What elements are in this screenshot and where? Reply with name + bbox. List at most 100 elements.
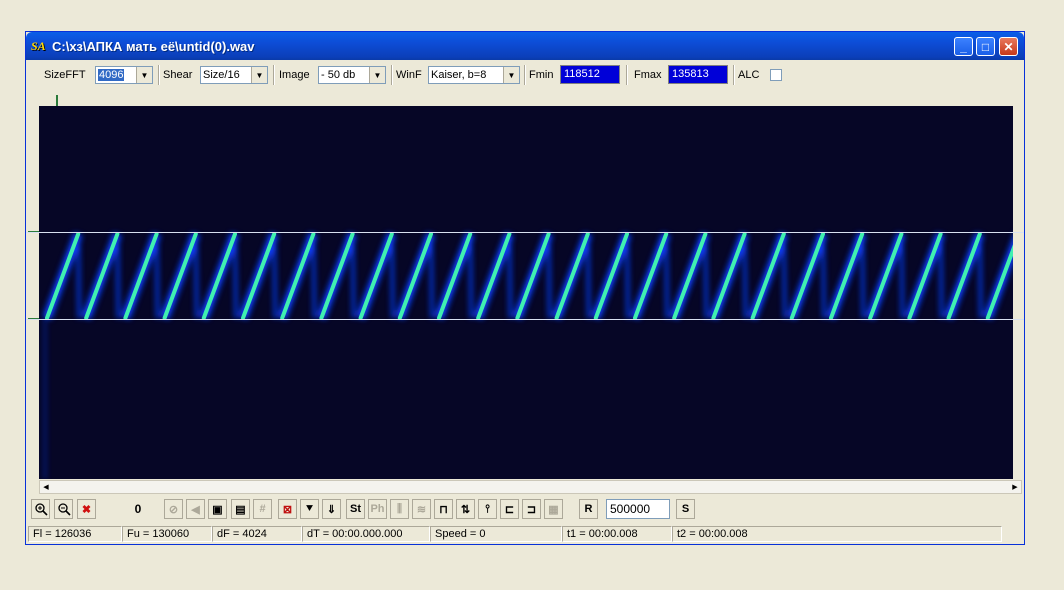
fmin-field[interactable]: 118512 bbox=[560, 65, 620, 84]
rate-input[interactable]: 500000 bbox=[606, 499, 670, 519]
max-down-button[interactable]: ⇓ bbox=[322, 499, 341, 519]
upper-frequency-line-overlay bbox=[26, 232, 1024, 233]
down-arrow-button[interactable]: ⯆ bbox=[300, 499, 319, 519]
fmax-field[interactable]: 135813 bbox=[668, 65, 728, 84]
fmin-label: Fmin bbox=[529, 69, 554, 81]
chart-button[interactable]: ⊠ bbox=[278, 499, 297, 519]
sweep-trace bbox=[946, 232, 982, 320]
sweep-retrace bbox=[586, 233, 591, 319]
minimize-button[interactable]: _ bbox=[954, 37, 973, 56]
sweep-trace bbox=[554, 232, 590, 320]
sweep-retrace bbox=[625, 233, 630, 319]
alc-checkbox[interactable] bbox=[770, 69, 782, 81]
sweep-trace bbox=[593, 232, 629, 320]
pulse-button[interactable]: ⊓ bbox=[434, 499, 453, 519]
app-window: SA C:\хз\АПКА мать её\untid(0).wav _ □ ✕… bbox=[25, 31, 1025, 545]
winf-select[interactable]: Kaiser, b=8 ▼ bbox=[428, 66, 520, 84]
status-df: dF = 4024 bbox=[212, 526, 302, 542]
spectrogram-view[interactable] bbox=[39, 106, 1013, 479]
gate-button[interactable]: ⊐ bbox=[522, 499, 541, 519]
maximize-button[interactable]: □ bbox=[976, 37, 995, 56]
chevron-down-icon[interactable]: ▼ bbox=[251, 67, 267, 83]
scroll-left-icon[interactable]: ◀ bbox=[40, 481, 52, 493]
spectrogram-canvas[interactable] bbox=[39, 106, 1013, 479]
scroll-right-icon[interactable]: ▶ bbox=[1009, 481, 1021, 493]
sweep-trace bbox=[437, 232, 473, 320]
sizefft-select[interactable]: 4096 ▼ bbox=[95, 66, 153, 84]
sweep-trace bbox=[319, 232, 355, 320]
speaker-icon: ◀ bbox=[191, 503, 200, 516]
swap-arrows-icon: ⇅ bbox=[460, 503, 471, 516]
status-t1: t1 = 00:00.008 bbox=[562, 526, 672, 542]
toolbar-divider bbox=[524, 65, 526, 85]
title-bar[interactable]: SA C:\хз\АПКА мать её\untid(0).wav _ □ ✕ bbox=[26, 32, 1024, 60]
comb-button[interactable]: ⫼ bbox=[390, 499, 409, 519]
grid-icon: # bbox=[259, 503, 266, 515]
lower-frequency-line-overlay bbox=[26, 319, 1024, 320]
graph-icon: ▤ bbox=[235, 503, 246, 516]
shear-value: Size/16 bbox=[203, 69, 240, 81]
step-icon: ⊏ bbox=[504, 503, 515, 516]
winf-label: WinF bbox=[396, 69, 422, 81]
r-label: R bbox=[584, 503, 593, 515]
print-icon: ▦ bbox=[548, 503, 559, 516]
sweep-retrace bbox=[782, 233, 787, 319]
image-select[interactable]: - 50 db ▼ bbox=[318, 66, 386, 84]
print-button[interactable]: ▦ bbox=[544, 499, 563, 519]
horizontal-scrollbar[interactable]: ◀ ▶ bbox=[39, 480, 1022, 494]
grid-button[interactable]: # bbox=[253, 499, 272, 519]
chevron-down-icon[interactable]: ▼ bbox=[369, 67, 385, 83]
r-button[interactable]: R bbox=[579, 499, 598, 519]
graph-button[interactable]: ▤ bbox=[231, 499, 250, 519]
delete-x-icon: ✖ bbox=[81, 503, 92, 516]
step-button[interactable]: ⊏ bbox=[500, 499, 519, 519]
sweep-trace bbox=[123, 232, 159, 320]
st-button[interactable]: St bbox=[346, 499, 365, 519]
chevron-down-icon[interactable]: ▼ bbox=[136, 67, 152, 83]
sweep-trace bbox=[515, 232, 551, 320]
sweep-trace bbox=[711, 232, 747, 320]
toolbar-divider bbox=[273, 65, 275, 85]
stop-button[interactable]: ⊘ bbox=[164, 499, 183, 519]
shear-select[interactable]: Size/16 ▼ bbox=[200, 66, 268, 84]
sweep-retrace bbox=[429, 233, 434, 319]
zoom-out-button[interactable] bbox=[54, 499, 73, 519]
double-arrow-down-icon: ⇓ bbox=[326, 503, 337, 516]
sweep-retrace bbox=[939, 233, 944, 319]
sweep-retrace bbox=[311, 233, 316, 319]
chevron-down-icon[interactable]: ▼ bbox=[503, 67, 519, 83]
filter-button[interactable]: ≋ bbox=[412, 499, 431, 519]
sweep-retrace bbox=[547, 233, 552, 319]
sound-button[interactable]: ◀ bbox=[186, 499, 205, 519]
sweep-trace bbox=[84, 232, 120, 320]
delete-button[interactable]: ✖ bbox=[77, 499, 96, 519]
no-entry-icon: ⊘ bbox=[168, 503, 179, 516]
status-dt: dT = 00:00.000.000 bbox=[302, 526, 430, 542]
close-button[interactable]: ✕ bbox=[999, 37, 1018, 56]
toolbar-divider bbox=[391, 65, 393, 85]
status-bar: Fl = 126036 Fu = 130060 dF = 4024 dT = 0… bbox=[26, 524, 1024, 544]
sweep-retrace bbox=[468, 233, 473, 319]
toolbar-divider bbox=[733, 65, 735, 85]
gate-icon: ⊐ bbox=[526, 503, 537, 516]
sweep-retrace bbox=[194, 233, 199, 319]
status-fu: Fu = 130060 bbox=[122, 526, 212, 542]
close-icon: ✕ bbox=[1003, 39, 1014, 54]
sweep-retrace bbox=[860, 233, 865, 319]
swap-button[interactable]: ⇅ bbox=[456, 499, 475, 519]
sweep-trace bbox=[672, 232, 708, 320]
sweep-trace bbox=[476, 232, 512, 320]
frame-button[interactable]: ▣ bbox=[208, 499, 227, 519]
s-button[interactable]: S bbox=[676, 499, 695, 519]
zoom-in-button[interactable] bbox=[31, 499, 50, 519]
sweep-retrace bbox=[390, 233, 395, 319]
fmax-label: Fmax bbox=[634, 69, 662, 81]
sweep-retrace bbox=[703, 233, 708, 319]
sweep-retrace bbox=[115, 233, 120, 319]
sweep-retrace bbox=[821, 233, 826, 319]
toolbar-divider bbox=[626, 65, 628, 85]
sweep-trace bbox=[241, 232, 277, 320]
bit-button[interactable]: ⫯ bbox=[478, 499, 497, 519]
ph-button[interactable]: Ph bbox=[368, 499, 387, 519]
toolbar-divider bbox=[158, 65, 160, 85]
